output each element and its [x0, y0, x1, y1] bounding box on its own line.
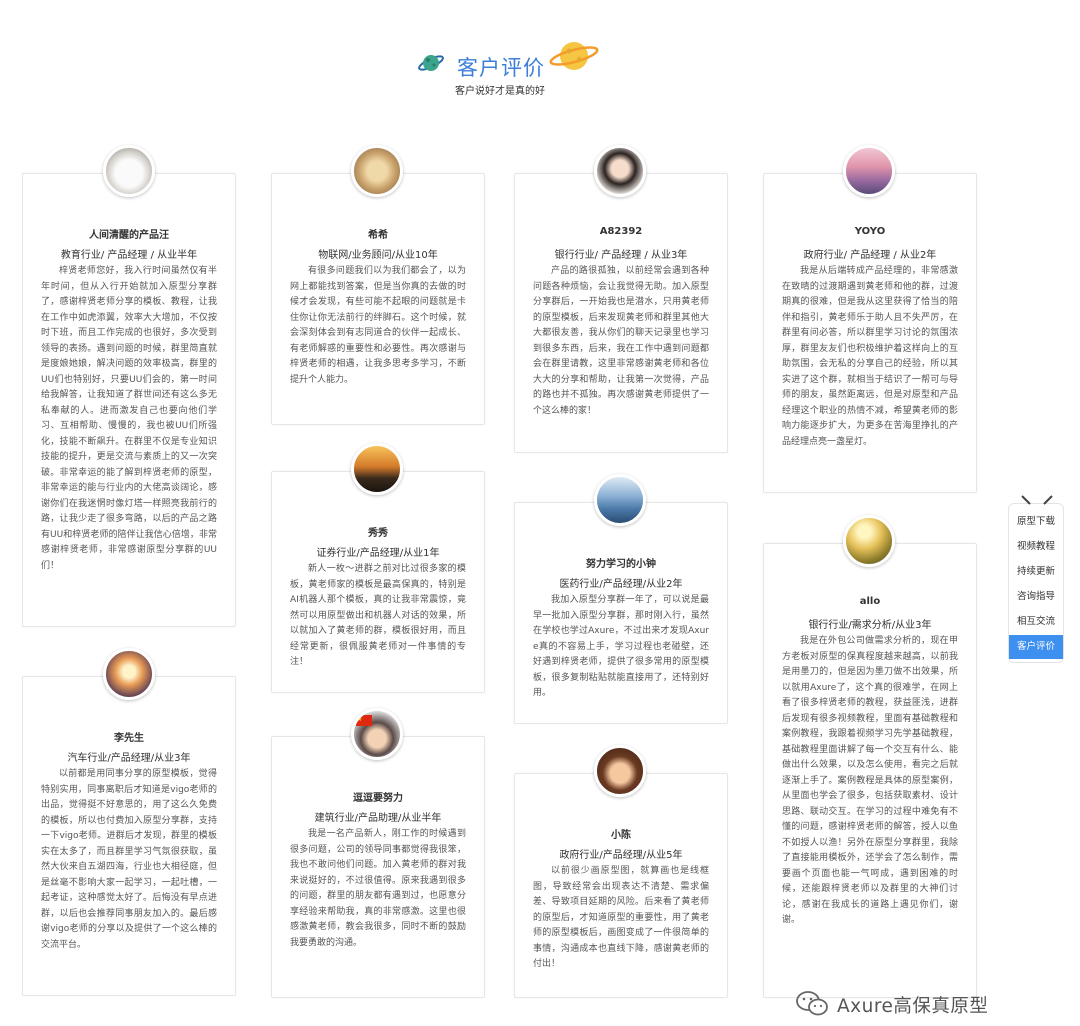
section-header: 客户评价 客户说好才是真的好 [0, 30, 1080, 110]
page-subtitle: 客户说好才是真的好 [455, 86, 545, 97]
nav-item-consult[interactable]: 咨询指导 [1009, 585, 1063, 609]
reviewer-name: YOYO [854, 226, 886, 237]
review-text: 我加入原型分享群一年了，可以说是最早一批加入原型分享群，那时刚入行，虽然在学校也… [533, 595, 709, 698]
reviewer-name: 小陈 [611, 830, 631, 841]
avatar [594, 745, 646, 797]
antenna-icon [1021, 495, 1053, 505]
review-card: 希希 物联网/业务顾问/从业10年 有很多问题我们以为我们都会了，以为网上都能找… [271, 173, 485, 425]
side-nav: 原型下载 视频教程 持续更新 咨询指导 相互交流 客户评价 [1008, 495, 1064, 663]
reviewer-name: A82392 [599, 226, 643, 237]
review-text: 梓贤老师您好，我入行时间虽然仅有半年时间，但从入行开始就加入原型分享群了，感谢梓… [41, 266, 217, 571]
reviewer-meta: 教育行业/ 产品经理 / 从业半年 [60, 250, 198, 261]
review-card: YOYO 政府行业/ 产品经理 / 从业2年 我是从后端转成产品经理的，非常感激… [763, 173, 977, 493]
avatar [351, 708, 403, 760]
saturn-icon [549, 42, 599, 70]
reviewer-name: allo [859, 596, 881, 607]
review-card: 人间清醒的产品汪 教育行业/ 产品经理 / 从业半年 梓贤老师您好，我入行时间虽… [22, 173, 236, 627]
reviewer-meta: 建筑行业/产品助理/从业半年 [314, 813, 442, 824]
nav-item-updates[interactable]: 持续更新 [1009, 560, 1063, 584]
reviewer-meta: 银行行业/需求分析/从业3年 [808, 620, 932, 631]
reviewer-meta: 证券行业/产品经理/从业1年 [316, 548, 440, 559]
page-title: 客户评价 [457, 56, 545, 80]
reviewer-name: 秀秀 [368, 528, 388, 539]
review-card: 逗逗要努力 建筑行业/产品助理/从业半年 我是一名产品新人，刚工作的时候遇到很多… [271, 736, 485, 998]
reviewer-name: 逗逗要努力 [353, 793, 403, 804]
avatar [351, 443, 403, 495]
reviewer-meta: 物联网/业务顾问/从业10年 [318, 250, 438, 261]
planet-icon [418, 55, 444, 71]
wechat-icon [796, 991, 828, 1016]
review-text: 以前都是用同事分享的原型模板，觉得特别实用，同事离职后才知道是vigo老师的出品… [41, 769, 217, 950]
review-text: 我是从后端转成产品经理的，非常感激在致晴的过渡期遇到黄老师和他的群，过渡期真的很… [782, 266, 958, 447]
nav-item-download[interactable]: 原型下载 [1009, 510, 1063, 534]
avatar [351, 145, 403, 197]
review-text: 我是一名产品新人，刚工作的时候遇到很多问题，公司的领导同事都觉得我很笨，我也不敢… [290, 829, 466, 948]
review-card: 秀秀 证券行业/产品经理/从业1年 新人一枚～进群之前对比过很多家的模板，黄老师… [271, 471, 485, 693]
review-text: 以前很少画原型图，就算画也是线框图，导致经常会出现表达不清楚、需求偏差、导致项目… [533, 866, 709, 969]
avatar [103, 145, 155, 197]
avatar [594, 474, 646, 526]
review-card: 李先生 汽车行业/产品经理/从业3年 以前都是用同事分享的原型模板，觉得特别实用… [22, 676, 236, 996]
review-text: 有很多问题我们以为我们都会了，以为网上都能找到答案，但是当你真的去做的时候才会发… [290, 266, 466, 385]
reviewer-meta: 汽车行业/产品经理/从业3年 [67, 753, 191, 764]
flag-icon [356, 715, 372, 726]
avatar [843, 515, 895, 567]
review-card: allo 银行行业/需求分析/从业3年 我是在外包公司做需求分析的，现在甲方老板… [763, 543, 977, 998]
reviewer-name: 李先生 [114, 733, 144, 744]
review-text: 我是在外包公司做需求分析的，现在甲方老板对原型的保真程度越来越高，以前我是用墨刀… [782, 636, 958, 925]
watermark-text: Axure高保真原型 [837, 996, 989, 1017]
nav-item-reviews[interactable]: 客户评价 [1009, 635, 1063, 659]
avatar [103, 648, 155, 700]
reviewer-meta: 医药行业/产品经理/从业2年 [559, 579, 683, 590]
avatar [843, 145, 895, 197]
review-card: 努力学习的小钟 医药行业/产品经理/从业2年 我加入原型分享群一年了，可以说是最… [514, 502, 728, 724]
reviewer-name: 希希 [368, 230, 388, 241]
review-text: 产品的路很孤独，以前经常会遇到各种问题各种烦恼，会让我觉得无助。加入原型分享群后… [533, 266, 709, 416]
review-card: A82392 银行行业/ 产品经理 / 从业3年 产品的路很孤独，以前经常会遇到… [514, 173, 728, 453]
nav-item-exchange[interactable]: 相互交流 [1009, 610, 1063, 634]
reviewer-meta: 银行行业/ 产品经理 / 从业3年 [554, 250, 688, 261]
reviewer-meta: 政府行业/产品经理/从业5年 [559, 850, 683, 861]
review-card: 小陈 政府行业/产品经理/从业5年 以前很少画原型图，就算画也是线框图，导致经常… [514, 773, 728, 998]
nav-item-video[interactable]: 视频教程 [1009, 535, 1063, 559]
avatar [594, 145, 646, 197]
reviewer-name: 努力学习的小钟 [586, 559, 656, 570]
review-text: 新人一枚～进群之前对比过很多家的模板，黄老师家的模板是最高保真的，特别是AI机器… [290, 564, 466, 667]
reviewer-name: 人间清醒的产品汪 [89, 230, 169, 241]
reviewer-meta: 政府行业/ 产品经理 / 从业2年 [803, 250, 937, 261]
